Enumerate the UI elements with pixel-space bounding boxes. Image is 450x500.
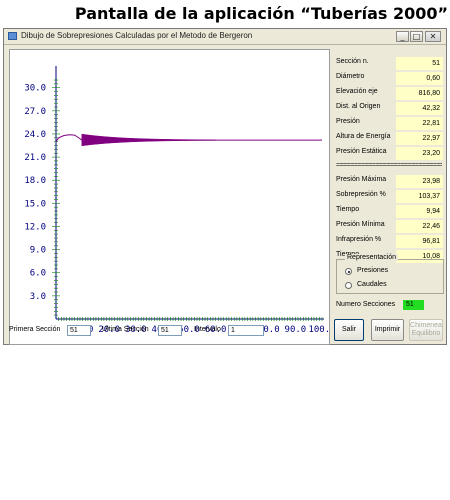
row-elevacion: Elevación eje 816,80 [334,87,444,100]
y-tick-label: 24.0 [24,130,46,140]
label-presion-estatica: Presión Estática [336,148,387,155]
label-infrapresion: Infrapresión % [336,236,382,243]
primera-seccion-input[interactable]: 51 [67,325,91,336]
label-presion-maxima: Presión Máxima [336,176,387,183]
row-presion-minima: Presión Mínima 22,46 [334,220,444,233]
label-sobrepresion: Sobrepresión % [336,191,386,198]
row-tiempo-max: Tiempo 9,94 [334,205,444,218]
value-tiempo-max: 9,94 [396,205,443,218]
label-elevacion: Elevación eje [336,88,378,95]
salir-button[interactable]: Salir [334,319,364,341]
value-seccion: 51 [396,57,443,70]
row-altura-energia: Altura de Energía 22,97 [334,132,444,145]
window-title: Dibujo de Sobrepresiones Calculadas por … [21,31,253,40]
x-tick-label: 100.0 [308,325,329,335]
radio-caudales[interactable] [345,282,352,289]
close-button[interactable]: ✕ [425,31,441,42]
y-tick-label: 27.0 [24,107,46,117]
value-diametro: 0,60 [396,72,443,85]
y-tick-label: 30.0 [24,84,46,94]
chimenea-equilibrio-button[interactable]: Chimenea Equilibrio [409,319,443,341]
value-elevacion: 816,80 [396,87,443,100]
imprimir-button[interactable]: Imprimir [371,319,404,341]
label-diametro: Diámetro [336,73,365,80]
intervalo-label: Intervalo [194,326,221,333]
panel-separator: ================================ [336,162,442,169]
label-distancia: Dist. al Origen [336,103,381,110]
title-bar: Dibujo de Sobrepresiones Calculadas por … [4,29,446,45]
value-presion-maxima: 23,98 [396,175,443,188]
num-sections-value: 51 [403,300,424,310]
value-distancia: 42,32 [396,102,443,115]
row-sobrepresion: Sobrepresión % 103,37 [334,190,444,203]
radio-presiones[interactable] [345,268,352,275]
x-tick-label: 90.0 [285,325,307,335]
app-icon [8,32,17,40]
y-tick-label: 21.0 [24,153,46,163]
row-diametro: Diámetro 0,60 [334,72,444,85]
radio-caudales-label[interactable]: Caudales [357,281,387,288]
y-tick-label: 15.0 [24,199,46,209]
label-tiempo-max: Tiempo [336,206,360,213]
maximize-button[interactable]: □ [410,31,423,42]
row-presion-estatica: Presión Estática 23,20 [334,147,444,160]
y-tick-label: 9.0 [30,246,46,256]
primera-seccion-label: Primera Sección [9,326,61,333]
value-altura-energia: 22,97 [396,132,443,145]
label-altura-energia: Altura de Energía [336,133,391,140]
row-infrapresion: Infrapresión % 96,81 [334,235,444,248]
intervalo-input[interactable]: 1 [228,325,264,336]
num-sections-label: Numero Secciones [336,301,396,308]
row-presion: Presión 22,81 [334,117,444,130]
pressure-plot: 3.06.09.012.015.018.021.024.027.030.010.… [9,49,330,345]
figure-caption: Pantalla de la aplicación “Tuberías 2000… [74,4,448,23]
label-presion-minima: Presión Mínima [336,221,385,228]
radio-presiones-label[interactable]: Presiones [357,267,388,274]
y-tick-label: 3.0 [30,292,46,302]
row-seccion: Sección n. 51 [334,57,444,70]
representation-title: Representación [345,254,399,261]
pressure-chart: 3.06.09.012.015.018.021.024.027.030.010.… [24,66,329,335]
y-tick-label: 6.0 [30,269,46,279]
row-distancia: Dist. al Origen 42,32 [334,102,444,115]
value-infrapresion: 96,81 [396,235,443,248]
value-presion-estatica: 23,20 [396,147,443,160]
value-presion-minima: 22,46 [396,220,443,233]
minimize-button[interactable]: _ [396,31,409,42]
row-presion-maxima: Presión Máxima 23,98 [334,175,444,188]
y-tick-label: 12.0 [24,222,46,232]
ultima-seccion-input[interactable]: 51 [158,325,182,336]
representation-group: Representación Presiones Caudales [336,254,444,294]
value-presion: 22,81 [396,117,443,130]
label-presion: Presión [336,118,360,125]
ultima-seccion-label: Ultima Sección [102,326,149,333]
app-window: Dibujo de Sobrepresiones Calculadas por … [3,28,447,345]
y-tick-label: 18.0 [24,176,46,186]
label-seccion: Sección n. [336,58,369,65]
value-sobrepresion: 103,37 [396,190,443,203]
